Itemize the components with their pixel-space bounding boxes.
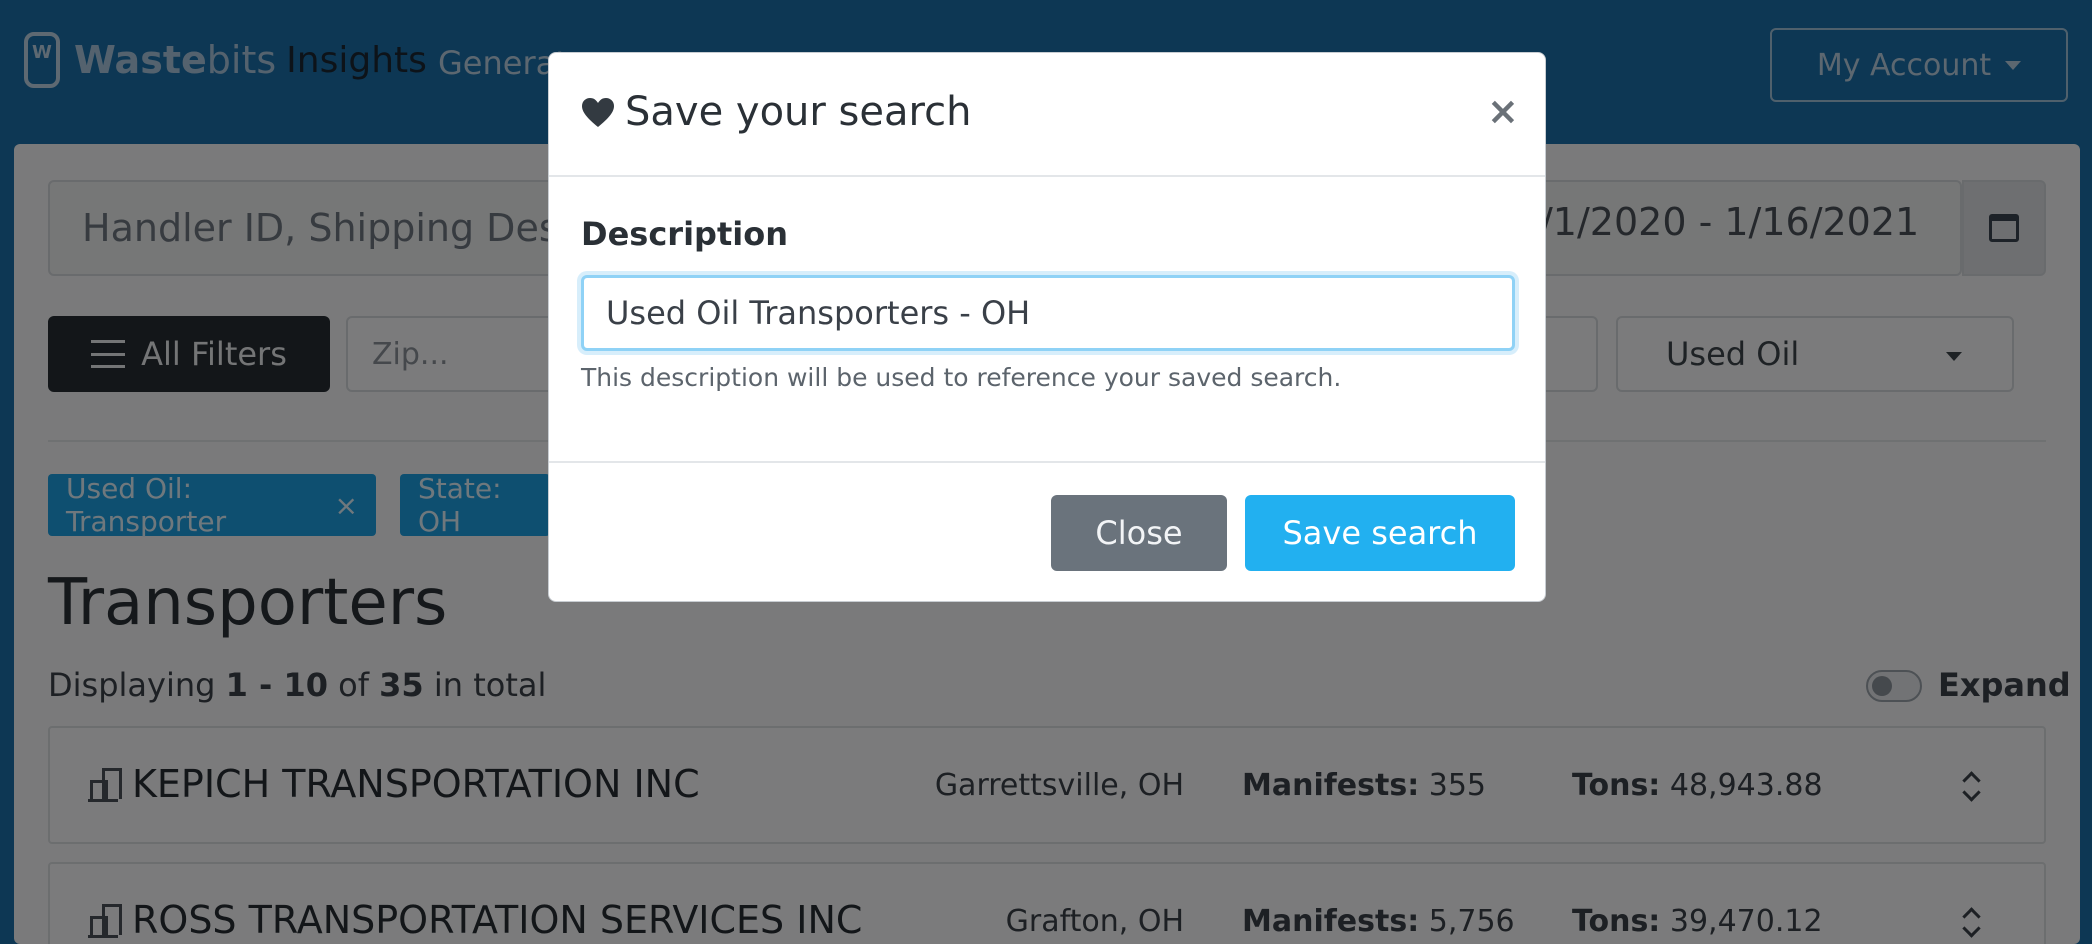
modal-footer: Close Save search <box>549 461 1545 601</box>
close-icon[interactable]: × <box>1487 89 1519 133</box>
modal-body: Description This description will be use… <box>549 177 1545 461</box>
description-help-text: This description will be used to referen… <box>581 363 1342 392</box>
description-label: Description <box>581 215 788 253</box>
save-search-button[interactable]: Save search <box>1245 495 1515 571</box>
modal-header: Save your search × <box>549 53 1545 177</box>
save-search-modal: Save your search × Description This desc… <box>548 52 1546 602</box>
description-input[interactable] <box>581 275 1515 351</box>
modal-title: Save your search <box>625 89 972 135</box>
close-button[interactable]: Close <box>1051 495 1227 571</box>
heart-icon <box>582 98 614 127</box>
